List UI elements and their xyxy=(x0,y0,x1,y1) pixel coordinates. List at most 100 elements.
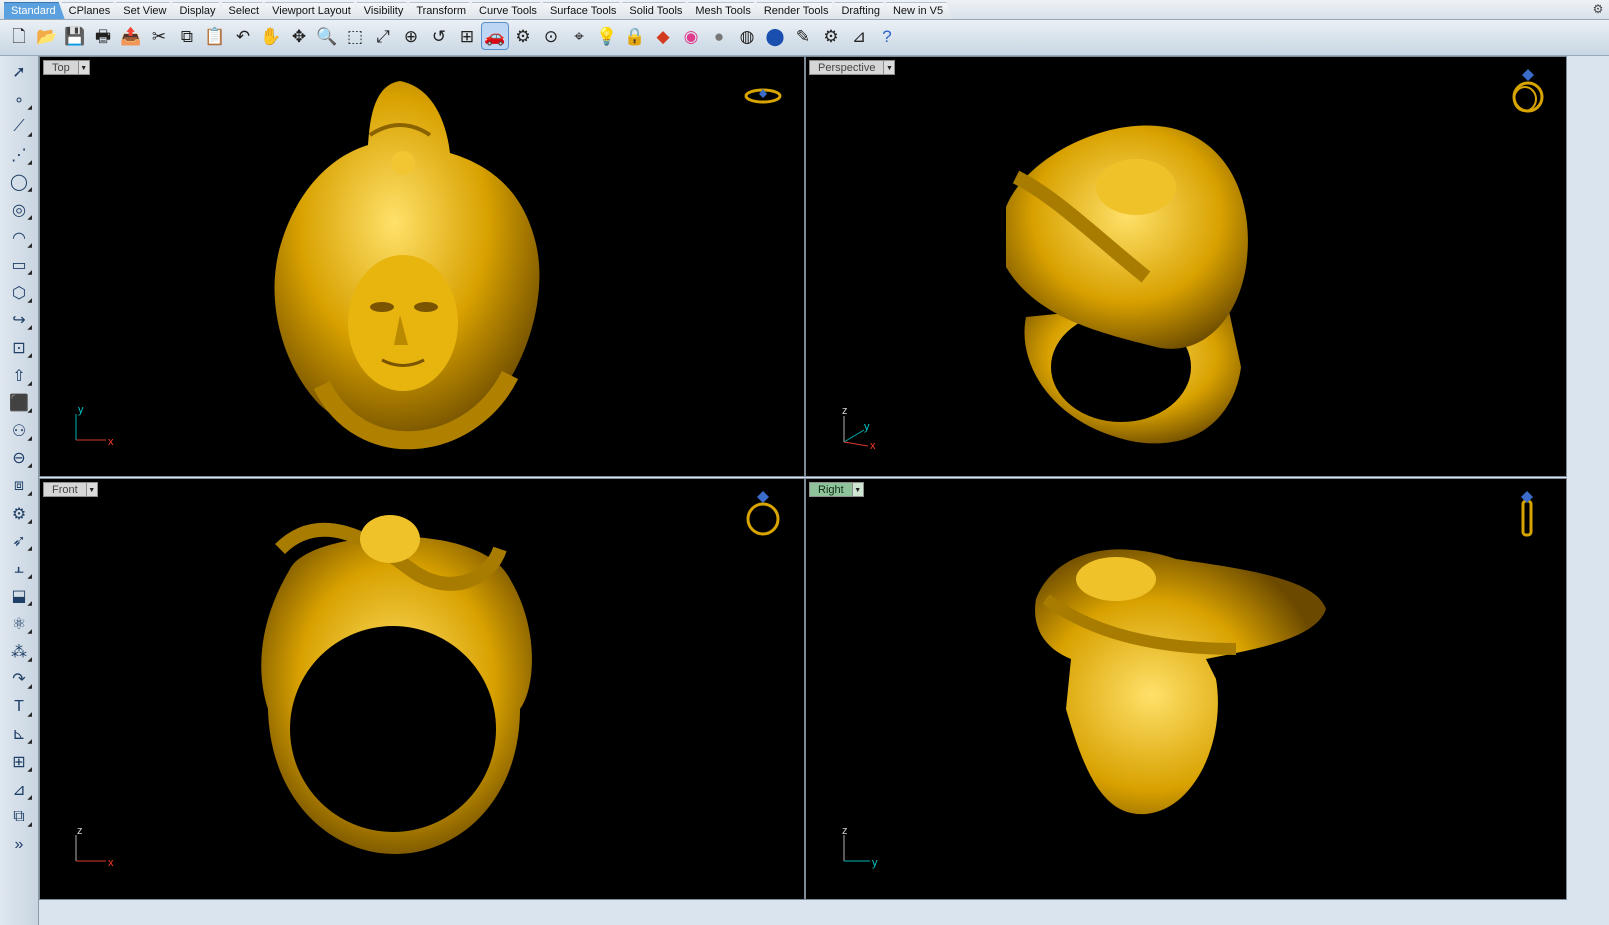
save-icon[interactable]: 💾 xyxy=(62,23,88,49)
pan-hand-icon[interactable]: ✋ xyxy=(258,23,284,49)
tab-transform[interactable]: Transform xyxy=(409,2,475,19)
viewport-perspective[interactable]: Perspective ▼ z y x xyxy=(805,56,1567,477)
dimension-tool-icon[interactable]: ⊾ ◢ xyxy=(6,722,32,746)
tab-options-icon[interactable]: ⚙ xyxy=(1591,2,1605,16)
viewport-menu-arrow-icon[interactable]: ▼ xyxy=(851,482,864,497)
zoom-extents-icon[interactable]: ⤢ xyxy=(370,23,396,49)
light-bulb-icon[interactable]: 💡 xyxy=(594,23,620,49)
axis-label-y: y xyxy=(78,404,84,416)
snap-icon[interactable]: ⌖ xyxy=(566,23,592,49)
render-preview-icon[interactable]: ◍ xyxy=(734,23,760,49)
zoom-previous-icon[interactable]: ↺ xyxy=(426,23,452,49)
block-icon[interactable]: ⊞ ◢ xyxy=(6,750,32,774)
viewport-top[interactable]: Top ▼ y x xyxy=(39,56,805,477)
arc-icon[interactable]: ◠ ◢ xyxy=(6,226,32,250)
layer-color-icon[interactable]: ◆ xyxy=(650,23,676,49)
copy-icon[interactable]: ⧉ xyxy=(174,23,200,49)
select-arrow-icon[interactable]: ➚ xyxy=(6,60,32,84)
lock-icon[interactable]: 🔒 xyxy=(622,23,648,49)
surface-from-points-icon[interactable]: ⊡ ◢ xyxy=(6,336,32,360)
zoom-in-icon[interactable]: 🔍 xyxy=(314,23,340,49)
cylinder-icon[interactable]: ⊖ ◢ xyxy=(6,446,32,470)
tab-cplanes[interactable]: CPlanes xyxy=(62,2,120,19)
ortho-icon[interactable]: ⊙ xyxy=(538,23,564,49)
shaded-sphere-icon[interactable]: ⬤ xyxy=(762,23,788,49)
paste-icon[interactable]: 📋 xyxy=(202,23,228,49)
polygon-icon[interactable]: ⬡ ◢ xyxy=(6,281,32,305)
tab-curve-tools[interactable]: Curve Tools xyxy=(472,2,546,19)
new-file-icon[interactable]: 🗋 xyxy=(6,23,32,49)
sphere-union-icon[interactable]: ⚇ ◢ xyxy=(6,419,32,443)
zoom-selected-icon[interactable]: ⊕ xyxy=(398,23,424,49)
standard-toolbar: 🗋 📂 💾 🖶 📤 ✂ ⧉ 📋 ↶ ✋ ✥ 🔍 ⬚ ⤢ ⊕ ↺ ⊞ 🚗 ⚙ ⊙ ⌖ 💡 🔒 ◆ ◉ ● ◍ ⬤ ✎ ⚙ ⊿? xyxy=(0,20,1609,56)
cage-icon[interactable]: ⧉ ◢ xyxy=(6,805,32,829)
align-icon[interactable]: ⫠ ◢ xyxy=(6,557,32,581)
tab-display[interactable]: Display xyxy=(172,2,224,19)
undo-icon[interactable]: ↶ xyxy=(230,23,256,49)
car-shade-icon[interactable]: 🚗 xyxy=(481,22,509,50)
ring-thumbnail-icon xyxy=(746,491,780,536)
ring-model-right-view xyxy=(1035,549,1326,815)
viewport-label-perspective[interactable]: Perspective ▼ xyxy=(809,60,896,75)
color-wheel-icon[interactable]: ◉ xyxy=(678,23,704,49)
viewport-label-right[interactable]: Right ▼ xyxy=(809,482,864,497)
render-sphere-icon[interactable]: ● xyxy=(706,23,732,49)
curve-point-icon[interactable]: ⋰ ◢ xyxy=(6,143,32,167)
extrude-face-icon[interactable]: ⬓ ◢ xyxy=(6,584,32,608)
viewport-menu-arrow-icon[interactable]: ▼ xyxy=(883,60,896,75)
text-icon[interactable]: T ◢ xyxy=(6,695,32,719)
main-left-toolbar: ➚ ∘ ◢ ⟋ ◢ ⋰ ◢ ◯ ◢ ◎ ◢ ◠ ◢ ▭ ◢ ⬡ ◢ ↪ ◢ ⊡ ◢ ⇧ ◢ ⬛ ◢ ⚇ ◢ ⊖ ◢ ⧈ ◢ ⚙ ◢ ➶ ◢ ⫠ ◢ ⬓ ◢ ⚛… xyxy=(0,56,39,925)
tab-select[interactable]: Select xyxy=(222,2,269,19)
more-icon[interactable]: » xyxy=(6,833,32,857)
tab-standard[interactable]: Standard xyxy=(4,2,65,19)
fillet-curve-icon[interactable]: ↪ ◢ xyxy=(6,308,32,332)
polyline-icon[interactable]: ⟋ ◢ xyxy=(6,115,32,139)
ring-thumbnail-icon xyxy=(744,88,782,104)
four-views-icon[interactable]: ⊞ xyxy=(454,23,480,49)
extrude-icon[interactable]: ⇧ ◢ xyxy=(6,364,32,388)
point-icon[interactable]: ∘ ◢ xyxy=(6,88,32,112)
move-arrow-icon[interactable]: ➶ ◢ xyxy=(6,529,32,553)
rectangle-icon[interactable]: ▭ ◢ xyxy=(6,253,32,277)
tab-set-view[interactable]: Set View xyxy=(116,2,175,19)
tab-visibility[interactable]: Visibility xyxy=(357,2,413,19)
viewport-menu-arrow-icon[interactable]: ▼ xyxy=(85,482,98,497)
axis-label-x: x xyxy=(870,440,876,452)
viewport-label-top[interactable]: Top ▼ xyxy=(43,60,90,75)
viewport-title: Right xyxy=(809,482,852,497)
mesh-icon[interactable]: ⧈ ◢ xyxy=(6,474,32,498)
transform-gears-icon[interactable]: ⚙ ◢ xyxy=(6,502,32,526)
box-icon[interactable]: ⬛ ◢ xyxy=(6,391,32,415)
cut-icon[interactable]: ✂ xyxy=(146,23,172,49)
viewport-front[interactable]: Front ▼ z x xyxy=(39,478,805,900)
open-folder-icon[interactable]: 📂 xyxy=(34,23,60,49)
help-icon[interactable]: ? xyxy=(874,23,900,49)
boolean-icon[interactable]: ⚛ ◢ xyxy=(6,612,32,636)
analysis-icon[interactable]: ⊿ ◢ xyxy=(6,778,32,802)
viewport-menu-arrow-icon[interactable]: ▼ xyxy=(77,60,90,75)
zoom-window-icon[interactable]: ⬚ xyxy=(342,23,368,49)
viewport-label-front[interactable]: Front ▼ xyxy=(43,482,98,497)
rotate-view-icon[interactable]: ✥ xyxy=(286,23,312,49)
tab-drafting[interactable]: Drafting xyxy=(834,2,889,19)
dimension-icon[interactable]: ⊿ xyxy=(846,23,872,49)
tab-viewport-layout[interactable]: Viewport Layout xyxy=(265,2,360,19)
settings-gears-icon[interactable]: ⚙ xyxy=(818,23,844,49)
properties-icon[interactable]: ✎ xyxy=(790,23,816,49)
edit-curve-icon[interactable]: ↷ ◢ xyxy=(6,667,32,691)
ring-thumbnail-icon xyxy=(1512,69,1544,113)
circle-icon[interactable]: ◯ ◢ xyxy=(6,170,32,194)
array-icon[interactable]: ⁂ ◢ xyxy=(6,640,32,664)
print-icon[interactable]: 🖶 xyxy=(90,23,116,49)
tab-mesh-tools[interactable]: Mesh Tools xyxy=(688,2,759,19)
tab-render-tools[interactable]: Render Tools xyxy=(757,2,838,19)
tab-new-in-v5[interactable]: New in V5 xyxy=(886,2,952,19)
viewport-right[interactable]: Right ▼ z y xyxy=(805,478,1567,900)
export-icon[interactable]: 📤 xyxy=(118,23,144,49)
tab-surface-tools[interactable]: Surface Tools xyxy=(543,2,625,19)
ellipse-icon[interactable]: ◎ ◢ xyxy=(6,198,32,222)
drive-icon[interactable]: ⚙ xyxy=(510,23,536,49)
tab-solid-tools[interactable]: Solid Tools xyxy=(622,2,691,19)
viewport-title: Front xyxy=(43,482,86,497)
axis-indicator-front: z x xyxy=(75,825,114,869)
